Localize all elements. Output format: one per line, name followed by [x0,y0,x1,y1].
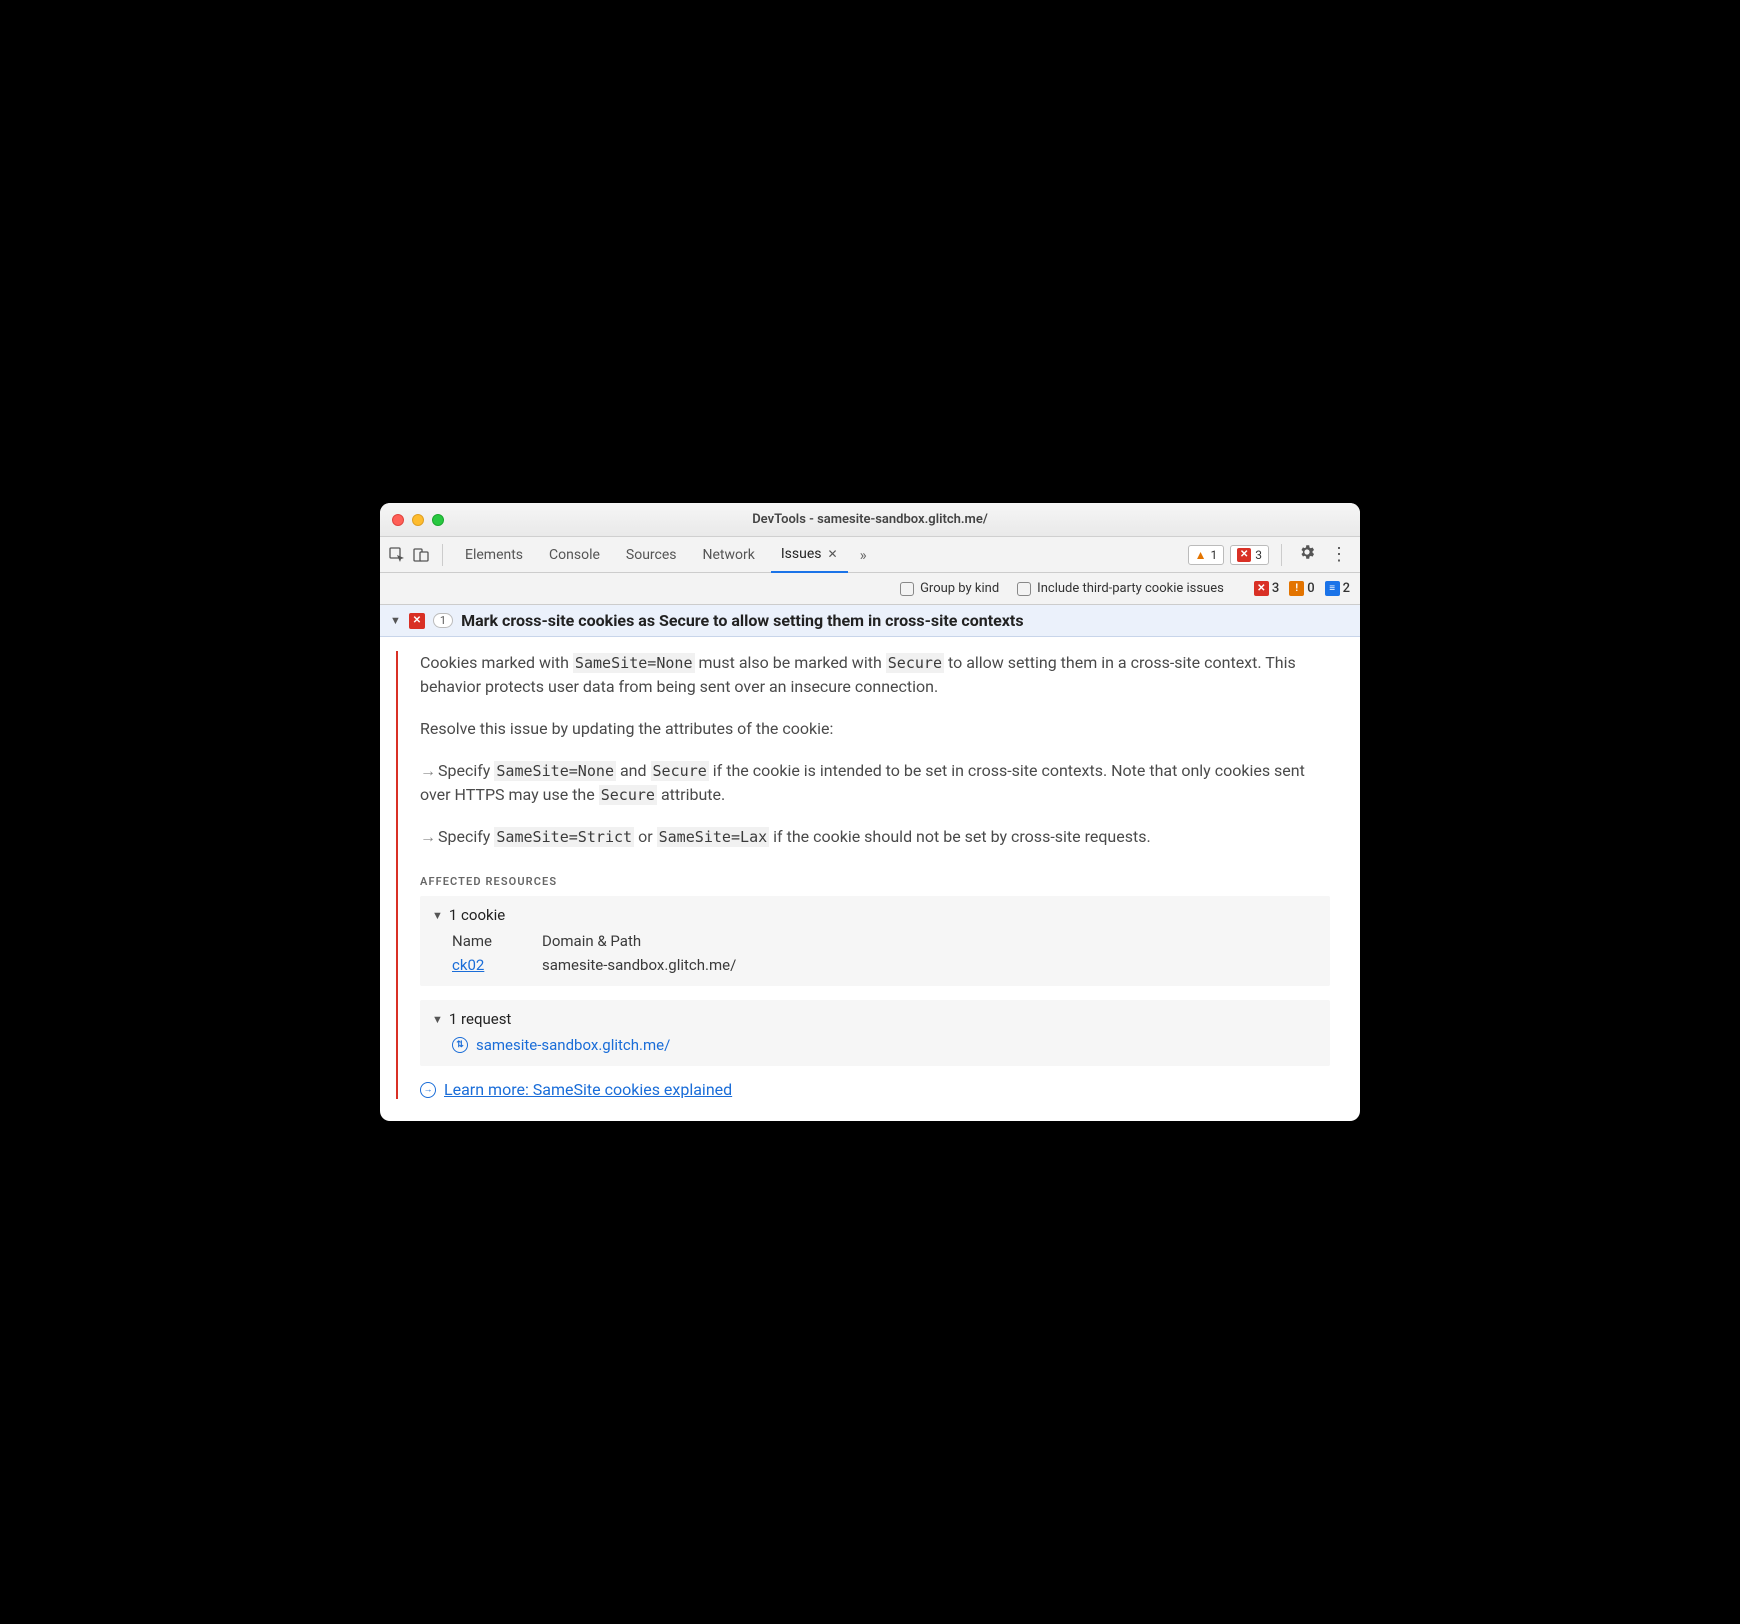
more-tabs-icon[interactable]: » [854,546,873,564]
devtools-window: DevTools - samesite-sandbox.glitch.me/ E… [380,503,1360,1121]
info-icon: ≡ [1325,581,1340,596]
affected-cookies-box: ▼ 1 cookie Name Domain & Path ck02 sames… [420,896,1330,986]
group-by-kind-checkbox[interactable]: Group by kind [900,581,999,596]
titlebar: DevTools - samesite-sandbox.glitch.me/ [380,503,1360,537]
error-icon: ✕ [409,613,425,629]
cookie-domain: samesite-sandbox.glitch.me/ [542,956,1318,974]
issue-bullet-1: →Specify SameSite=None and Secure if the… [420,759,1330,807]
devtools-tabbar: Elements Console Sources Network Issues … [380,537,1360,573]
chevron-down-icon: ▼ [390,614,401,627]
window-title: DevTools - samesite-sandbox.glitch.me/ [380,512,1360,527]
more-options-icon[interactable]: ⋮ [1326,544,1352,565]
chevron-down-icon: ▼ [432,1013,443,1026]
info-count[interactable]: ≡2 [1325,581,1350,596]
cookie-name-link[interactable]: ck02 [452,956,484,974]
warnings-badge[interactable]: ▲ 1 [1188,545,1225,565]
warning-icon: ▲ [1195,548,1207,562]
warning-count[interactable]: !0 [1289,581,1314,596]
col-name: Name [452,932,542,950]
tab-sources[interactable]: Sources [616,537,687,573]
issue-description: Cookies marked with SameSite=None must a… [420,651,1330,699]
error-count[interactable]: ✕3 [1254,581,1279,596]
traffic-lights [392,514,444,526]
requests-toggle[interactable]: ▼ 1 request [432,1010,1318,1028]
issue-bullet-2: →Specify SameSite=Strict or SameSite=Lax… [420,825,1330,849]
cookies-toggle[interactable]: ▼ 1 cookie [432,906,1318,924]
tab-issues[interactable]: Issues ✕ [771,537,848,573]
col-domain: Domain & Path [542,932,1318,950]
error-icon: ✕ [1254,581,1269,596]
request-icon: ⇅ [452,1037,468,1053]
settings-icon[interactable] [1294,543,1320,566]
severity-marker [396,651,398,1099]
request-link[interactable]: samesite-sandbox.glitch.me/ [476,1036,670,1054]
warning-icon: ! [1289,581,1304,596]
minimize-icon[interactable] [412,514,424,526]
include-third-party-checkbox[interactable]: Include third-party cookie issues [1017,581,1224,596]
device-toolbar-icon[interactable] [412,546,430,564]
issue-header-row[interactable]: ▼ ✕ 1 Mark cross-site cookies as Secure … [380,605,1360,637]
error-icon: ✕ [1237,548,1251,562]
zoom-icon[interactable] [432,514,444,526]
affected-requests-box: ▼ 1 request ⇅ samesite-sandbox.glitch.me… [420,1000,1330,1066]
inspect-icon[interactable] [388,546,406,564]
chevron-down-icon: ▼ [432,909,443,922]
close-icon[interactable] [392,514,404,526]
tab-console[interactable]: Console [539,537,610,573]
errors-badge[interactable]: ✕ 3 [1230,545,1269,565]
tab-network[interactable]: Network [693,537,765,573]
issue-resolve-intro: Resolve this issue by updating the attri… [420,717,1330,741]
topbar-badges: ▲ 1 ✕ 3 [1188,545,1269,565]
learn-more-link[interactable]: Learn more: SameSite cookies explained [444,1080,732,1099]
open-link-icon: → [420,1082,436,1098]
tab-elements[interactable]: Elements [455,537,533,573]
cookies-table: Name Domain & Path ck02 samesite-sandbox… [432,932,1318,974]
filter-bar: Group by kind Include third-party cookie… [380,573,1360,605]
affected-resources-heading: AFFECTED RESOURCES [420,875,1330,888]
issue-count-badge: 1 [433,613,453,628]
learn-more-row: → Learn more: SameSite cookies explained [420,1080,1330,1099]
issue-title: Mark cross-site cookies as Secure to all… [461,611,1023,630]
issue-body: Cookies marked with SameSite=None must a… [380,637,1360,1121]
close-tab-icon[interactable]: ✕ [828,547,838,561]
